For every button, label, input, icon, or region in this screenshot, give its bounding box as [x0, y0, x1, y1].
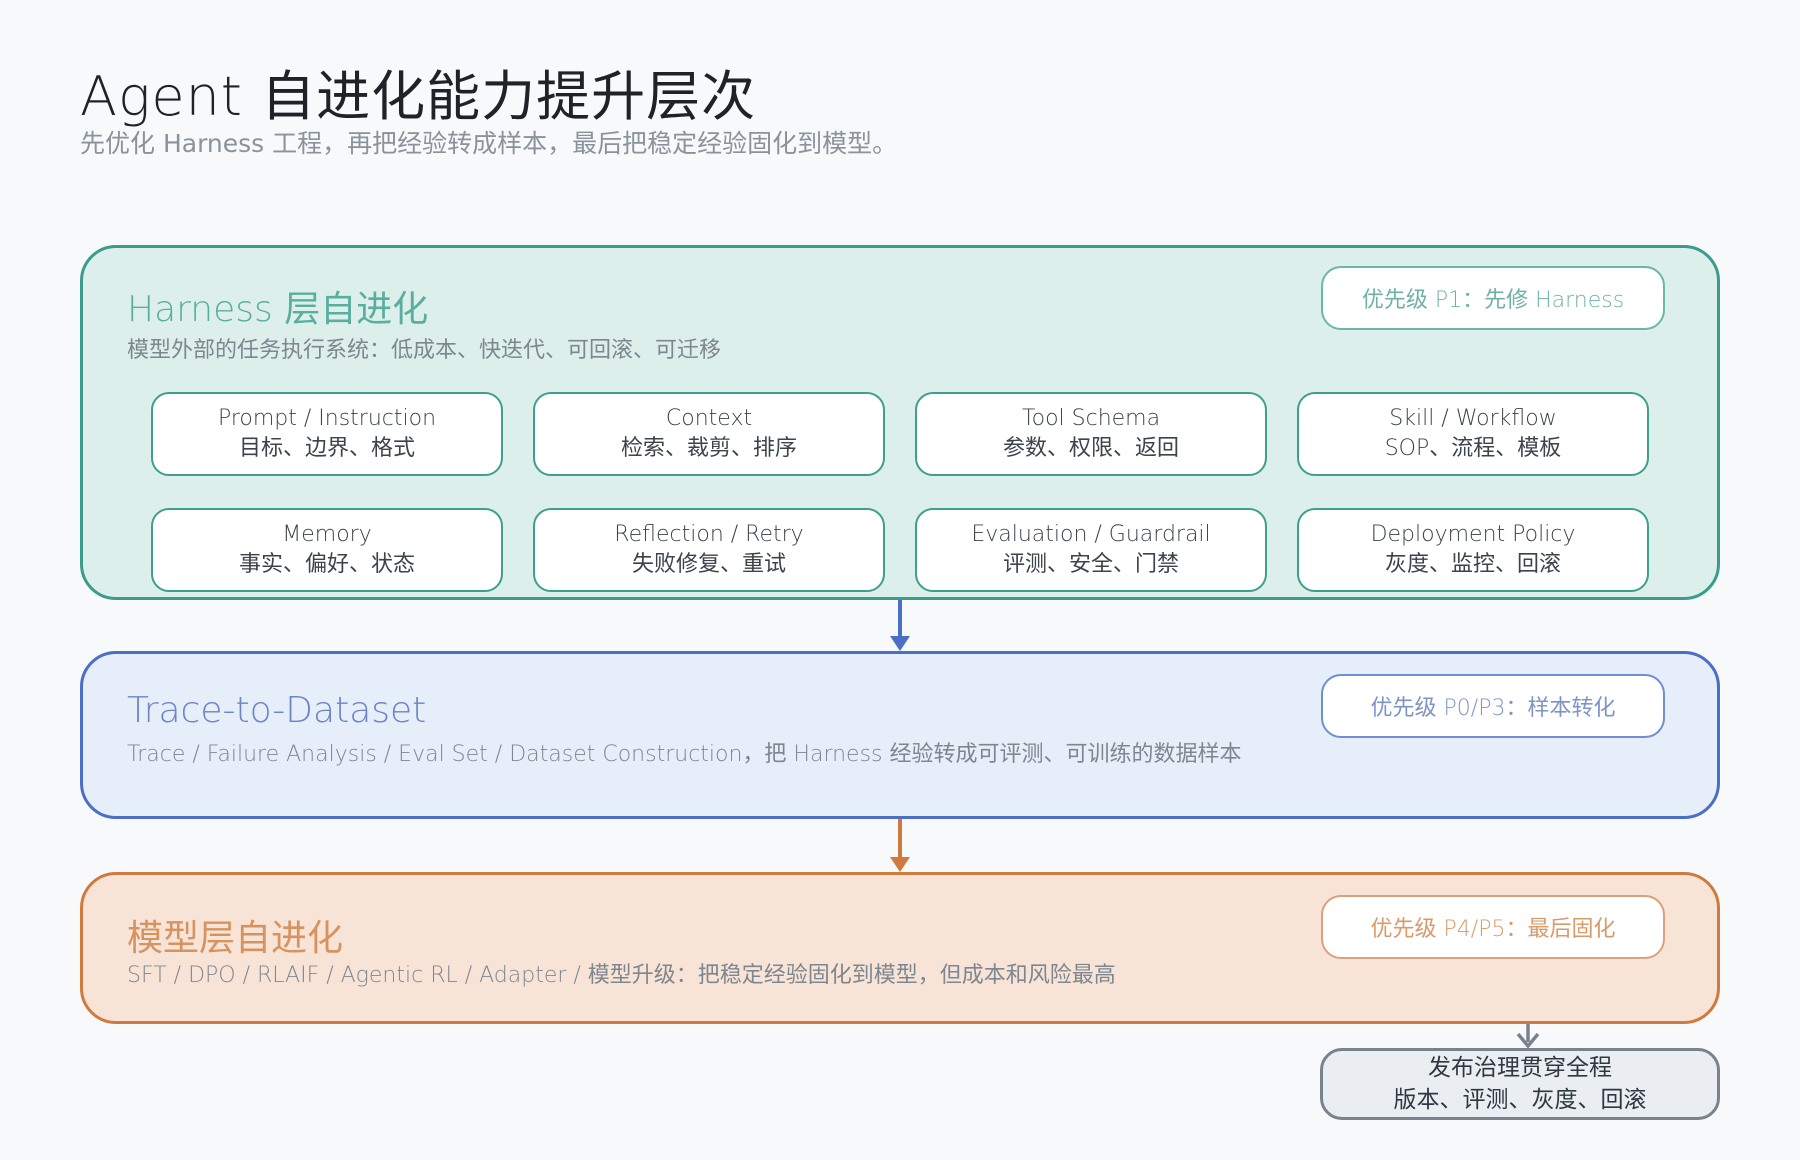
- model-priority-badge: 优先级 P4/P5：最后固化: [1321, 895, 1665, 959]
- module-title: Memory: [282, 522, 372, 548]
- page-title: Agent 自进化能力提升层次: [80, 65, 757, 128]
- module-prompt-instruction: Prompt / Instruction 目标、边界、格式: [151, 392, 503, 476]
- trace-to-dataset-layer: Trace-to-Dataset Trace / Failure Analysi…: [80, 651, 1720, 819]
- module-evaluation-guardrail: Evaluation / Guardrail 评测、安全、门禁: [915, 508, 1267, 592]
- module-title: Tool Schema: [1021, 406, 1161, 432]
- harness-priority-badge: 优先级 P1：先修 Harness: [1321, 266, 1665, 330]
- module-context: Context 检索、裁剪、排序: [533, 392, 885, 476]
- module-title: Prompt / Instruction: [217, 406, 437, 432]
- model-layer-title: 模型层自进化: [127, 918, 344, 959]
- module-detail: 参数、权限、返回: [1002, 436, 1179, 461]
- module-detail: 事实、偏好、状态: [238, 552, 415, 577]
- module-tool-schema: Tool Schema 参数、权限、返回: [915, 392, 1267, 476]
- trace-layer-description: Trace / Failure Analysis / Eval Set / Da…: [127, 742, 1242, 767]
- module-detail: 失败修复、重试: [631, 552, 786, 577]
- module-title: Deployment Policy: [1370, 522, 1576, 548]
- module-title: Skill / Workflow: [1389, 406, 1557, 432]
- module-detail: 检索、裁剪、排序: [620, 436, 797, 461]
- module-deployment-policy: Deployment Policy 灰度、监控、回滚: [1297, 508, 1649, 592]
- trace-layer-title: Trace-to-Dataset: [127, 690, 427, 731]
- module-skill-workflow: Skill / Workflow SOP、流程、模板: [1297, 392, 1649, 476]
- release-governance-box: 发布治理贯穿全程 版本、评测、灰度、回滚: [1320, 1048, 1720, 1120]
- module-detail: 灰度、监控、回滚: [1384, 552, 1561, 577]
- module-reflection-retry: Reflection / Retry 失败修复、重试: [533, 508, 885, 592]
- harness-layer-title: Harness 层自进化: [127, 289, 429, 330]
- arrow-harness-to-trace: [890, 600, 910, 651]
- module-title: Evaluation / Guardrail: [971, 522, 1211, 548]
- governance-detail: 版本、评测、灰度、回滚: [1393, 1087, 1647, 1113]
- module-detail: 评测、安全、门禁: [1002, 552, 1179, 577]
- page-subtitle: 先优化 Harness 工程，再把经验转成样本，最后把稳定经验固化到模型。: [80, 129, 898, 158]
- module-title: Context: [665, 406, 753, 432]
- trace-priority-badge: 优先级 P0/P3：样本转化: [1321, 674, 1665, 738]
- arrow-model-to-governance: [1516, 1024, 1540, 1049]
- governance-title: 发布治理贯穿全程: [1428, 1054, 1612, 1081]
- module-detail: 目标、边界、格式: [238, 436, 415, 461]
- model-layer-description: SFT / DPO / RLAIF / Agentic RL / Adapter…: [127, 963, 1116, 988]
- module-title: Reflection / Retry: [614, 522, 804, 548]
- module-memory: Memory 事实、偏好、状态: [151, 508, 503, 592]
- module-detail: SOP、流程、模板: [1384, 436, 1562, 461]
- model-layer: 模型层自进化 SFT / DPO / RLAIF / Agentic RL / …: [80, 872, 1720, 1024]
- harness-layer: Harness 层自进化 模型外部的任务执行系统：低成本、快迭代、可回滚、可迁移…: [80, 245, 1720, 600]
- arrow-trace-to-model: [890, 819, 910, 872]
- harness-layer-description: 模型外部的任务执行系统：低成本、快迭代、可回滚、可迁移: [127, 338, 722, 363]
